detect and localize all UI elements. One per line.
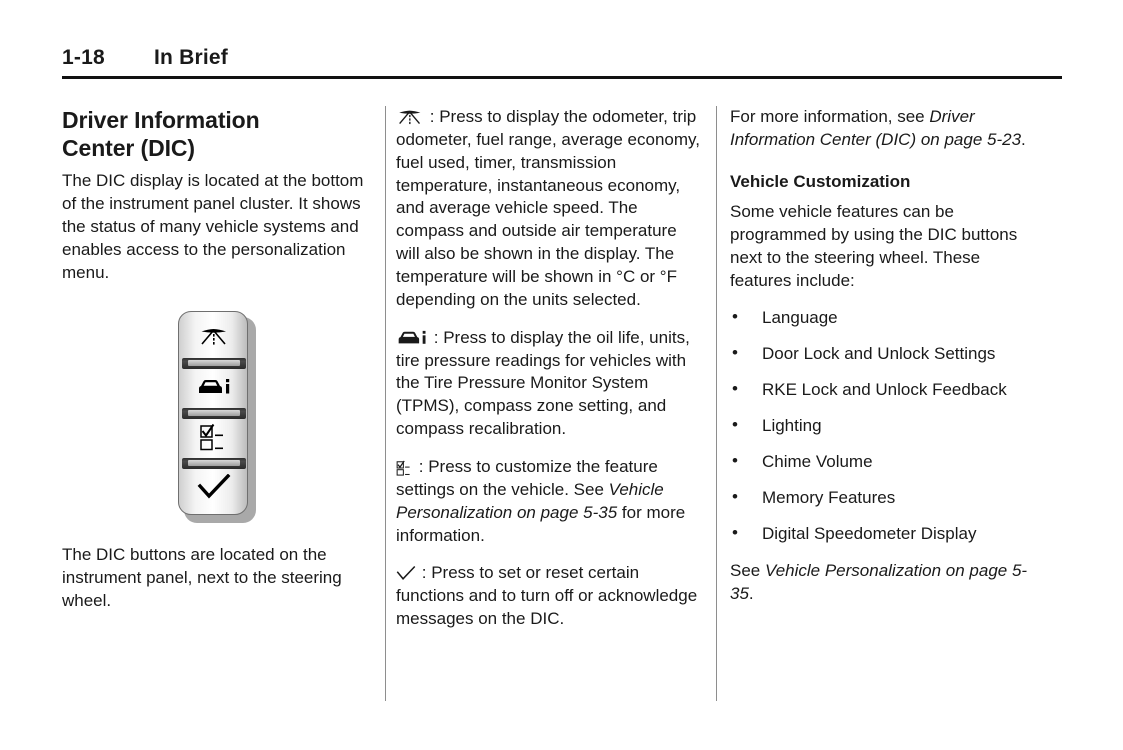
column-divider-left — [385, 106, 386, 701]
vehicle-info-icon — [396, 329, 428, 347]
right-column: For more information, see Driver Informa… — [730, 106, 1046, 606]
dic-intro-paragraph: The DIC display is located at the bottom… — [62, 171, 364, 282]
list-item: Chime Volume — [730, 450, 1046, 474]
left-column: Driver Information Center (DIC) The DIC … — [62, 106, 372, 284]
vehicle-features-list: Language Door Lock and Unlock Settings R… — [730, 306, 1046, 546]
middle-column: : Press to display the odometer, trip od… — [396, 106, 701, 646]
dic-entry-vehicle-info: : Press to display the oil life, units, … — [396, 327, 701, 441]
entry-text: Press to display the oil life, units, ti… — [396, 327, 690, 439]
entry-separator: : — [421, 563, 427, 583]
dic-button-vehicle-info — [179, 366, 247, 408]
vehicle-customization-heading: Vehicle Customization — [730, 171, 911, 191]
list-item: Memory Features — [730, 486, 1046, 510]
page-title: Driver Information Center (DIC) — [62, 106, 372, 162]
checkmark-icon — [396, 565, 416, 582]
road-trip-icon — [199, 326, 229, 348]
page-title-line2: Center (DIC) — [62, 135, 195, 162]
road-trip-icon — [396, 108, 424, 127]
more-info-before: For more information, see — [730, 107, 930, 126]
dic-button-trip — [179, 316, 247, 358]
entry-text: Press to display the odometer, trip odom… — [396, 107, 700, 309]
vehicle-info-icon — [196, 377, 232, 397]
entry-text: Press to set or reset certain functions … — [396, 563, 698, 629]
dic-button-panel-figure — [178, 311, 256, 523]
list-item: RKE Lock and Unlock Feedback — [730, 378, 1046, 402]
entry-separator: : — [418, 457, 424, 477]
dic-button-set-reset — [179, 466, 247, 508]
more-info-after: . — [1021, 129, 1026, 149]
page-number: 1-18 — [62, 46, 105, 69]
see-also-after: . — [748, 584, 754, 604]
customize-checklist-icon — [199, 423, 229, 451]
vehicle-customization-intro: Some vehicle features can be programmed … — [730, 201, 1018, 290]
see-also-reference: Vehicle Personalization on page 5-35 — [730, 561, 1028, 604]
header-divider-rule — [62, 76, 1062, 79]
dic-button-customize — [179, 416, 247, 458]
dic-entry-trip: : Press to display the odometer, trip od… — [396, 106, 701, 312]
list-item: Digital Speedometer Display — [730, 522, 1046, 546]
entry-separator: : — [429, 107, 435, 126]
see-also-paragraph: See Vehicle Personalization on page 5-35… — [730, 560, 1046, 606]
page-header: 1-18 In Brief — [62, 46, 1062, 82]
column-divider-right — [716, 106, 717, 701]
section-name: In Brief — [154, 46, 228, 69]
dic-entry-customize: : Press to customize the feature setting… — [396, 456, 701, 547]
list-item: Lighting — [730, 414, 1046, 438]
page-title-line1: Driver Information — [62, 107, 260, 133]
figure-caption: The DIC buttons are located on the instr… — [62, 545, 342, 610]
manual-page: 1-18 In Brief Driver Information Center … — [0, 0, 1123, 750]
header-row: 1-18 In Brief — [62, 46, 1062, 70]
checkmark-icon — [197, 474, 231, 500]
list-item: Language — [730, 306, 1046, 330]
panel-body — [178, 311, 248, 515]
see-also-before: See — [730, 561, 765, 581]
entry-separator: : — [433, 327, 439, 347]
more-info-paragraph: For more information, see Driver Informa… — [730, 106, 1046, 152]
list-item: Door Lock and Unlock Settings — [730, 342, 1046, 366]
customize-checklist-icon — [396, 459, 413, 477]
dic-entry-set-reset: : Press to set or reset certain function… — [396, 562, 701, 631]
